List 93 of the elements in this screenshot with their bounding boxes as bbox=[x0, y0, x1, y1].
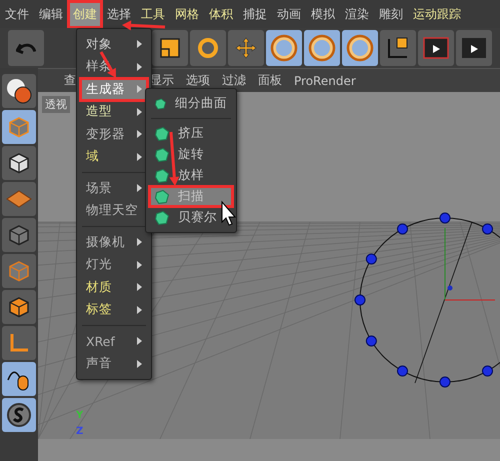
menu-item[interactable]: 声音 bbox=[80, 352, 148, 375]
generator-icon bbox=[155, 168, 169, 182]
generator-icon bbox=[155, 190, 169, 204]
texture-mode-button[interactable] bbox=[2, 146, 36, 180]
menu-item[interactable]: 变形器 bbox=[80, 123, 148, 146]
menu-item[interactable]: 雕刻 bbox=[376, 2, 406, 26]
axis-label: Y bbox=[76, 410, 84, 421]
undo-icon bbox=[16, 42, 36, 54]
menu-item[interactable]: 摄像机 bbox=[80, 231, 148, 254]
polygons-mode-button[interactable] bbox=[2, 290, 36, 324]
generator-icon bbox=[155, 96, 166, 110]
menu-item[interactable]: 细分曲面 bbox=[149, 93, 233, 114]
clapperboard-icon bbox=[461, 36, 487, 60]
scale-icon bbox=[159, 37, 181, 59]
menu-item[interactable]: 域 bbox=[80, 146, 148, 168]
axis-label: Z bbox=[76, 426, 84, 437]
menu-item[interactable]: 造型 bbox=[80, 100, 148, 123]
axis-lock-button[interactable] bbox=[266, 30, 302, 66]
render-button[interactable] bbox=[456, 30, 492, 66]
menu-item[interactable]: 贝赛尔 bbox=[149, 207, 233, 228]
sky-object-button[interactable] bbox=[2, 74, 36, 108]
menu-item[interactable]: XRef bbox=[80, 330, 148, 352]
cube-icon bbox=[7, 115, 31, 139]
menu-item[interactable]: 文件 bbox=[2, 2, 32, 26]
annotation-arrow bbox=[122, 20, 166, 30]
submenu-arrow-icon bbox=[137, 283, 142, 292]
menu-item[interactable]: 材质 bbox=[80, 276, 148, 298]
move-tool-button[interactable] bbox=[228, 30, 264, 66]
submenu-arrow-icon bbox=[137, 238, 142, 246]
menu-item[interactable]: 编辑 bbox=[36, 2, 66, 26]
checker-cube-icon bbox=[7, 151, 31, 175]
menu-item[interactable]: 选择 bbox=[104, 2, 134, 26]
undo-button[interactable] bbox=[8, 30, 44, 66]
snap-button[interactable] bbox=[2, 398, 36, 432]
polygons-cube-icon bbox=[7, 295, 31, 319]
submenu-arrow-icon bbox=[137, 306, 142, 314]
generator-icon bbox=[155, 210, 169, 224]
tweak-mode-button[interactable] bbox=[2, 362, 36, 396]
submenu-arrow-icon bbox=[137, 62, 142, 71]
submenu-arrow-icon bbox=[137, 184, 142, 192]
menu-item[interactable]: 生成器 bbox=[80, 78, 148, 100]
viewport-menu-item[interactable]: 查 bbox=[64, 72, 76, 89]
rotate-icon bbox=[196, 36, 220, 60]
clapperboard-icon bbox=[423, 36, 449, 60]
ring-icon bbox=[346, 34, 374, 62]
menu-item[interactable]: 放样 bbox=[149, 165, 233, 186]
submenu-arrow-icon bbox=[137, 152, 142, 161]
viewport-menu-item[interactable]: ProRender bbox=[294, 74, 356, 88]
edges-cube-icon bbox=[7, 259, 31, 283]
menu-item[interactable]: 渲染 bbox=[342, 2, 372, 26]
menu-item[interactable]: 标签 bbox=[80, 298, 148, 321]
menu-item[interactable]: 体积 bbox=[206, 2, 236, 26]
menu-item[interactable]: 捕捉 bbox=[240, 2, 270, 26]
menu-item[interactable]: 运动跟踪 bbox=[410, 2, 464, 26]
globe-icon bbox=[5, 77, 33, 105]
scale-tool-button[interactable] bbox=[152, 30, 188, 66]
menu-item[interactable]: 模拟 bbox=[308, 2, 338, 26]
mouse-cursor-icon bbox=[222, 200, 236, 226]
axis-lock-button[interactable] bbox=[304, 30, 340, 66]
submenu-arrow-icon bbox=[137, 337, 142, 346]
submenu-arrow-icon bbox=[137, 40, 142, 48]
submenu-arrow-icon bbox=[137, 108, 142, 116]
points-cube-icon bbox=[7, 223, 31, 247]
generator-icon bbox=[155, 148, 169, 162]
viewport-menu-item[interactable]: 显示 bbox=[150, 72, 174, 89]
points-mode-button[interactable] bbox=[2, 218, 36, 252]
viewport-menu-item[interactable]: 面板 bbox=[258, 72, 282, 89]
annotation-arrow bbox=[169, 132, 180, 186]
menu-item[interactable]: 动画 bbox=[274, 2, 304, 26]
grid-plane-icon bbox=[6, 189, 32, 209]
menu-item[interactable]: 工具 bbox=[138, 2, 168, 26]
viewport-menu-item[interactable]: 过滤 bbox=[222, 72, 246, 89]
menu-item[interactable]: 挤压 bbox=[149, 123, 233, 144]
menu-item[interactable]: 对象 bbox=[80, 33, 148, 56]
menu-item[interactable]: 旋转 bbox=[149, 144, 233, 165]
ring-icon bbox=[308, 34, 336, 62]
move-icon bbox=[234, 36, 258, 60]
menu-item[interactable]: 灯光 bbox=[80, 254, 148, 276]
submenu-arrow-icon bbox=[137, 85, 142, 94]
render-button[interactable] bbox=[418, 30, 454, 66]
viewport-label: 透视 bbox=[42, 96, 70, 113]
ring-icon bbox=[270, 34, 298, 62]
menu-item[interactable]: 物理天空 bbox=[80, 200, 148, 222]
viewport-menu-item[interactable]: 选项 bbox=[186, 72, 210, 89]
generator-icon bbox=[155, 126, 169, 140]
submenu-arrow-icon bbox=[137, 360, 142, 368]
snap-s-icon bbox=[6, 402, 32, 428]
coordinate-system-button[interactable] bbox=[380, 30, 416, 66]
rotate-tool-button[interactable] bbox=[190, 30, 226, 66]
menu-item[interactable]: 场景 bbox=[80, 177, 148, 200]
menu-item[interactable]: 网格 bbox=[172, 2, 202, 26]
submenu-arrow-icon bbox=[137, 130, 142, 138]
submenu-arrow-icon bbox=[137, 260, 142, 269]
